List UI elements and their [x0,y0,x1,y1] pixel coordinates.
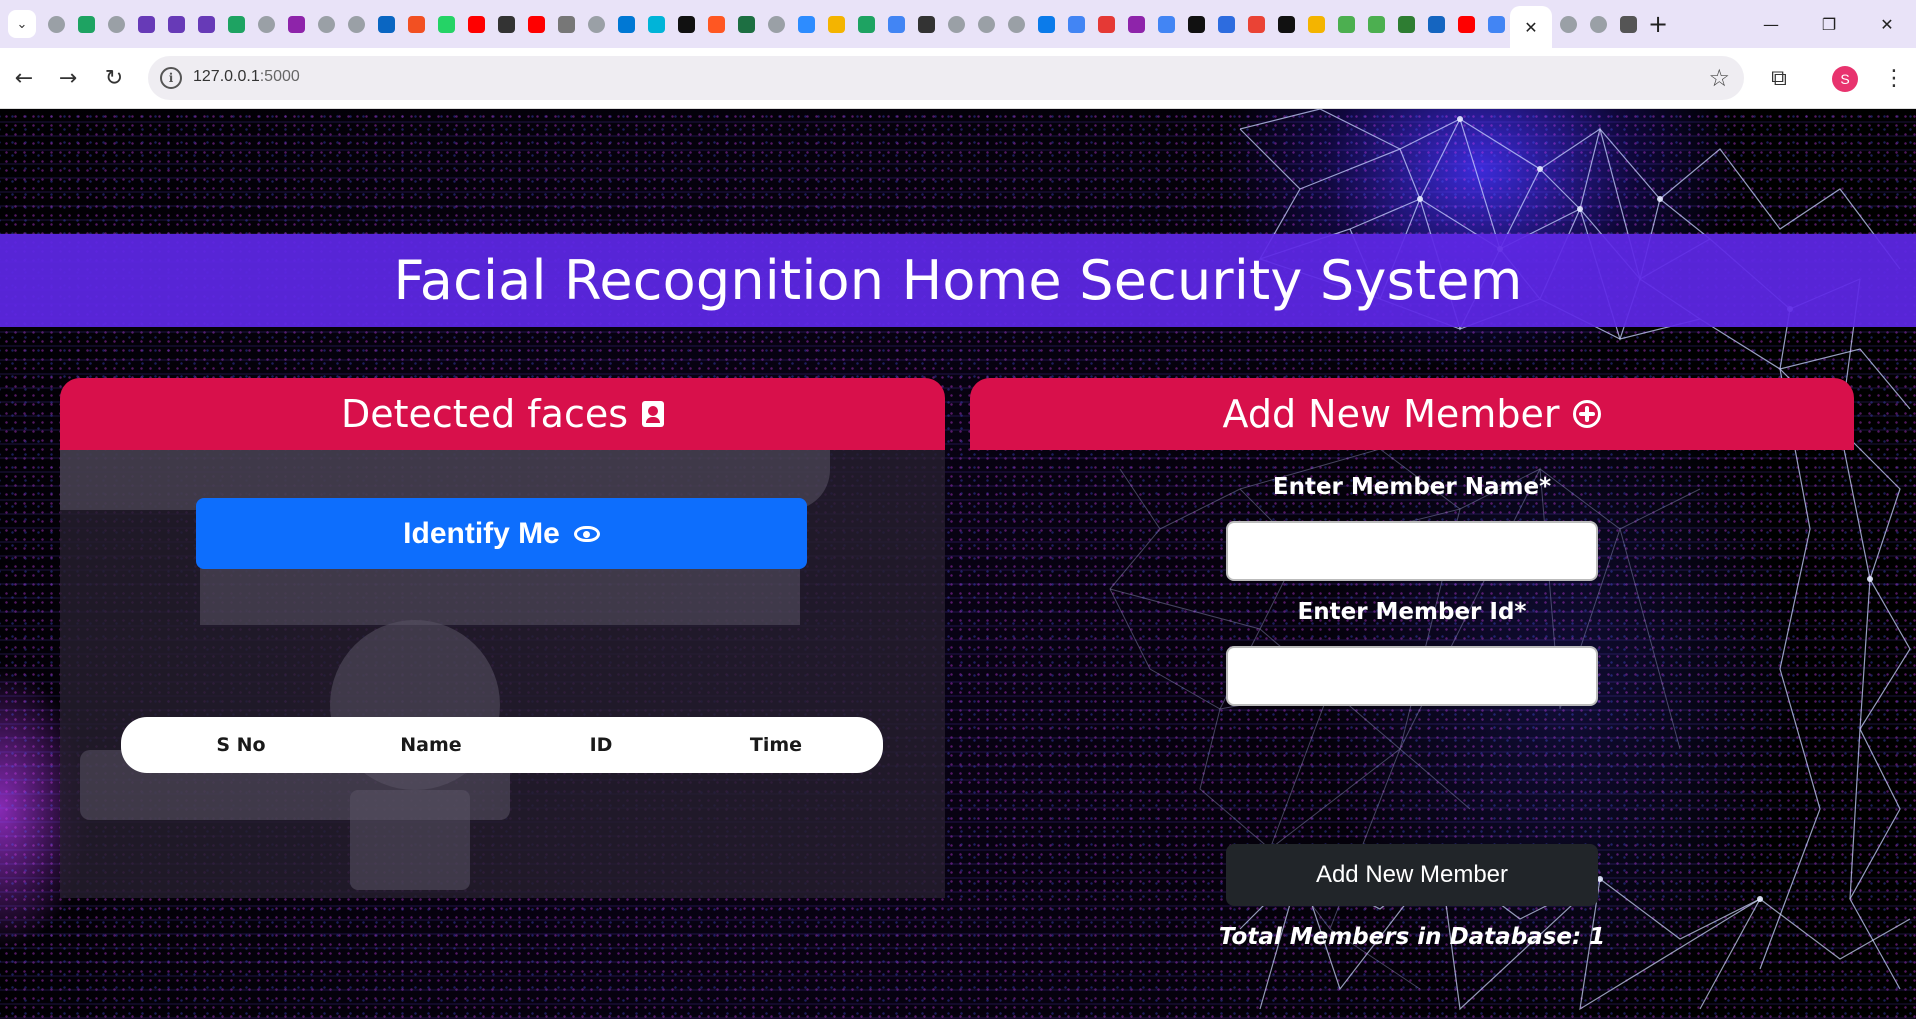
tab-favicon[interactable] [1484,12,1508,36]
tab-favicon[interactable] [1034,12,1058,36]
tab-favicon[interactable] [854,12,878,36]
new-tab-icon[interactable]: + [1648,9,1668,39]
restore-icon[interactable]: ❐ [1800,0,1858,48]
member-id-input[interactable] [1226,646,1598,706]
forward-arrow-icon[interactable]: → [50,60,86,96]
browser-tab-strip: ⌄ ✕ + — ❐ ✕ [0,0,1916,48]
contact-badge-icon [642,401,665,427]
column-header-sno: S No [216,734,266,756]
tab-favicon[interactable] [1586,12,1610,36]
page-title: Facial Recognition Home Security System [393,249,1523,312]
tab-favicon[interactable] [404,12,428,36]
tab-favicon[interactable] [524,12,548,36]
tab-favicon[interactable] [344,12,368,36]
tab-favicon[interactable] [374,12,398,36]
tab-favicon[interactable] [74,12,98,36]
tab-favicon[interactable] [464,12,488,36]
tab-favicon[interactable] [164,12,188,36]
tab-favicon[interactable] [824,12,848,36]
tab-favicons [44,12,1508,36]
tab-favicon[interactable] [644,12,668,36]
tab-favicon[interactable] [134,12,158,36]
tab-favicon[interactable] [914,12,938,36]
tab-favicon[interactable] [794,12,818,36]
add-member-panel: Add New Member Enter Member Name* Enter … [970,378,1854,950]
tab-favicon[interactable] [254,12,278,36]
detected-faces-title: Detected faces [340,392,629,436]
tab-favicon[interactable] [1304,12,1328,36]
tab-favicon[interactable] [1334,12,1358,36]
tab-favicon[interactable] [224,12,248,36]
identify-me-button[interactable]: Identify Me [196,498,807,569]
total-members-text: Total Members in Database: 1 [1218,924,1606,950]
tab-favicon[interactable] [1004,12,1028,36]
tab-favicon[interactable] [494,12,518,36]
tab-favicon[interactable] [674,12,698,36]
tab-favicon[interactable] [1244,12,1268,36]
close-window-icon[interactable]: ✕ [1858,0,1916,48]
reload-icon[interactable]: ↻ [96,60,132,96]
tab-favicon[interactable] [1154,12,1178,36]
back-arrow-icon[interactable]: ← [6,60,42,96]
window-controls: — ❐ ✕ [1742,0,1916,48]
add-member-title: Add New Member [1222,392,1560,436]
profile-avatar[interactable]: S [1832,66,1858,92]
browser-toolbar: ← → ↻ i 127.0.0.1:5000 ☆ ⧉ S ⋮ [0,48,1916,109]
tab-favicon[interactable] [1454,12,1478,36]
tab-favicon[interactable] [284,12,308,36]
browser-menu-icon[interactable]: ⋮ [1876,60,1912,96]
add-new-member-button[interactable]: Add New Member [1226,844,1598,906]
detected-faces-table: S No Name ID Time [121,717,883,773]
tab-favicon[interactable] [1094,12,1118,36]
tab-favicon[interactable] [1364,12,1388,36]
site-info-icon[interactable]: i [160,67,182,89]
tab-favicon[interactable] [194,12,218,36]
tab-favicon[interactable] [1274,12,1298,36]
page-header-banner: Facial Recognition Home Security System [0,234,1916,327]
tab-favicon[interactable] [1394,12,1418,36]
tab-favicon[interactable] [584,12,608,36]
tab-favicon[interactable] [44,12,68,36]
tab-favicon[interactable] [104,12,128,36]
member-name-label: Enter Member Name* [1272,474,1552,500]
address-bar[interactable]: i 127.0.0.1:5000 ☆ [148,56,1744,100]
tab-favicon[interactable] [1214,12,1238,36]
tab-favicon[interactable] [704,12,728,36]
page-viewport: Facial Recognition Home Security System … [0,109,1916,1019]
detected-faces-header: Detected faces [60,378,945,450]
tab-favicon[interactable] [974,12,998,36]
tab-favicon[interactable] [614,12,638,36]
tab-favicon[interactable] [1064,12,1088,36]
tab-favicon[interactable] [884,12,908,36]
active-tab[interactable]: ✕ [1510,6,1552,48]
tab-favicon[interactable] [434,12,458,36]
tab-favicon[interactable] [734,12,758,36]
tab-favicon[interactable] [1556,12,1580,36]
identify-me-label: Identify Me [403,516,560,550]
tab-favicon[interactable] [1424,12,1448,36]
add-member-header: Add New Member [970,378,1854,450]
tab-favicon[interactable] [1616,12,1640,36]
close-tab-icon[interactable]: ✕ [1524,18,1537,37]
tab-search-chevron-icon[interactable]: ⌄ [8,10,36,38]
tab-favicon[interactable] [554,12,578,36]
member-id-label: Enter Member Id* [1297,599,1527,625]
extensions-puzzle-icon[interactable]: ⧉ [1761,60,1797,96]
url-text[interactable]: 127.0.0.1:5000 [193,68,300,86]
bookmark-star-icon[interactable]: ☆ [1708,64,1730,92]
eye-icon [573,525,600,542]
tab-favicon[interactable] [1184,12,1208,36]
tab-favicon[interactable] [764,12,788,36]
tab-favicon[interactable] [314,12,338,36]
minimize-icon[interactable]: — [1742,0,1800,48]
tab-favicon[interactable] [1124,12,1148,36]
column-header-time: Time [749,734,803,756]
column-header-id: ID [589,734,613,756]
member-name-input[interactable] [1226,521,1598,581]
tab-favicons-after [1556,12,1640,36]
plus-circle-icon [1573,400,1602,428]
column-header-name: Name [400,734,462,756]
tab-favicon[interactable] [944,12,968,36]
detected-faces-panel: Detected faces Identify Me S No Name ID … [60,378,945,898]
